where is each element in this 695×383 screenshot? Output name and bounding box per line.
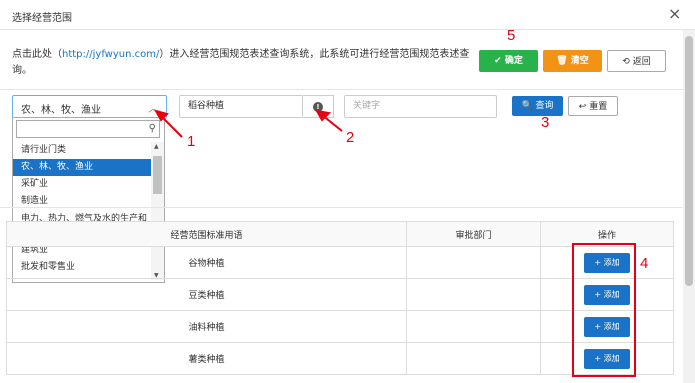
dept-cell xyxy=(406,342,541,375)
term-cell: 薯类种植 xyxy=(6,342,407,375)
dialog-titlebar: 选择经营范围 × xyxy=(0,0,695,30)
annotation-label-5: 5 xyxy=(507,27,516,44)
annotation-label-1: 1 xyxy=(187,133,196,150)
term-cell: 油料种植 xyxy=(6,310,407,343)
divider xyxy=(0,207,683,208)
dropdown-option-selected[interactable]: 农、林、牧、渔业 xyxy=(13,159,151,176)
dialog-scrollbar-thumb[interactable] xyxy=(685,36,693,286)
keyword-search-input[interactable]: 关键字 xyxy=(344,95,497,118)
annotation-label-2: 2 xyxy=(346,129,355,146)
column-header-dept: 审批部门 xyxy=(406,221,541,247)
annotation-label-4: 4 xyxy=(640,255,649,272)
dropdown-scrollbar-thumb[interactable] xyxy=(153,156,162,194)
info-button[interactable]: ! xyxy=(303,95,334,118)
reset-button[interactable]: ↩ 重置 xyxy=(568,96,618,116)
dropdown-option[interactable]: 请行业门类 xyxy=(13,142,151,159)
info-icon: ! xyxy=(313,102,323,112)
query-button[interactable]: 🔍 查询 xyxy=(512,96,563,116)
confirm-button[interactable]: ✔ 确定 xyxy=(479,50,538,72)
term-cell: 豆类种植 xyxy=(6,278,407,311)
chevron-up-icon: ︿ xyxy=(148,104,158,115)
system-link[interactable]: http://jyfwyun.com/ xyxy=(62,49,159,60)
intro-text: 点击此处（http://jyfwyun.com/）进入经营范围规范表述查询系统，… xyxy=(12,47,472,79)
scroll-up-icon[interactable]: ▲ xyxy=(154,143,159,150)
divider xyxy=(0,89,683,90)
back-button[interactable]: ⟲ 返回 xyxy=(607,50,666,72)
dialog-title: 选择经营范围 xyxy=(12,13,72,24)
annotation-highlight-box xyxy=(572,243,636,377)
industry-select-value: 农、林、牧、渔业 xyxy=(21,105,101,116)
search-icon: ⚲ xyxy=(148,123,156,134)
keyword-input[interactable]: 稻谷种植 xyxy=(179,95,303,118)
annotation-label-3: 3 xyxy=(541,114,550,131)
term-cell: 谷物种植 xyxy=(6,246,407,279)
dropdown-search-input[interactable]: ⚲ xyxy=(16,120,160,138)
clear-button[interactable]: 🗑 清空 xyxy=(543,50,602,72)
column-header-term: 经营范围标准用语 xyxy=(6,221,407,247)
close-icon[interactable]: × xyxy=(668,5,681,23)
dept-cell xyxy=(406,278,541,311)
industry-select[interactable]: 农、林、牧、渔业 ︿ xyxy=(12,95,167,119)
dept-cell xyxy=(406,310,541,343)
dept-cell xyxy=(406,246,541,279)
intro-prefix: 点击此处（ xyxy=(12,49,62,60)
dropdown-option[interactable]: 采矿业 xyxy=(13,176,151,193)
